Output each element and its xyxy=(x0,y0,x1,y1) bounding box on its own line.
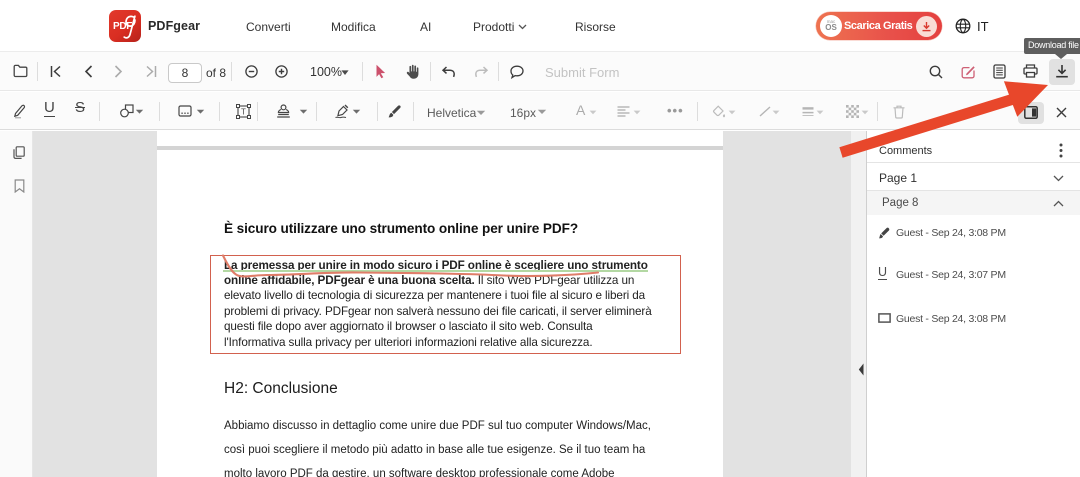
svg-text:T: T xyxy=(241,107,246,116)
